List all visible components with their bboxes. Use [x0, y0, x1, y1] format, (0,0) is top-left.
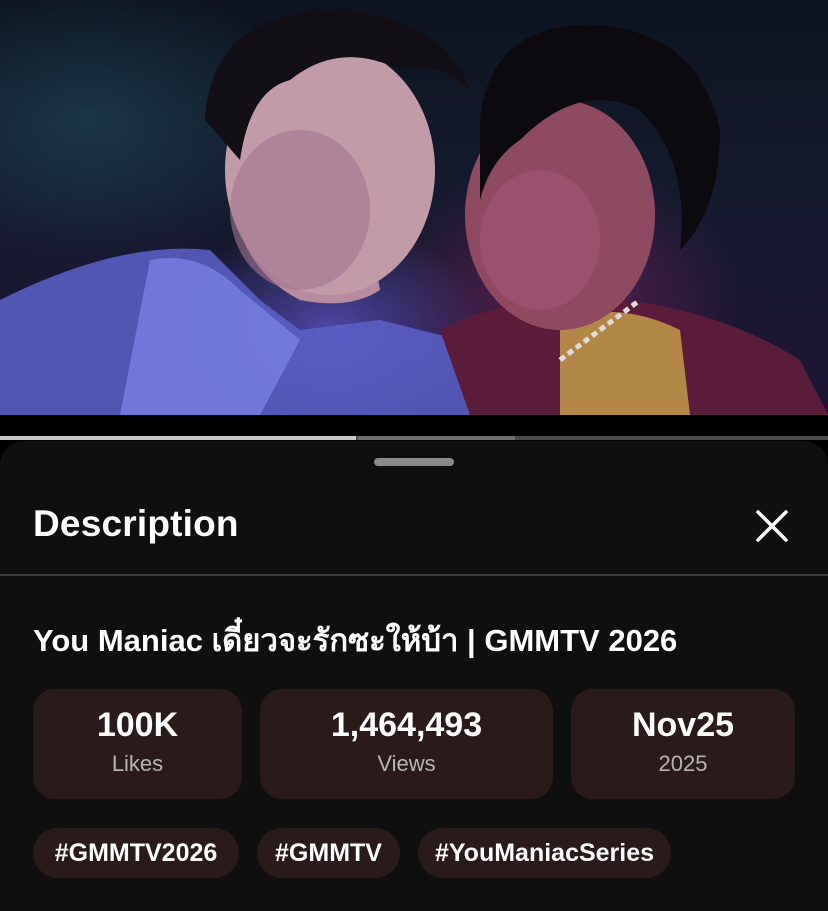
- description-sheet: Description You Maniac เดี๋ยวจะรักซะให้บ…: [0, 441, 828, 911]
- video-progress-played: [0, 436, 356, 440]
- likes-label: Likes: [111, 751, 164, 776]
- hashtag-gmmtv2026[interactable]: #GMMTV2026: [33, 828, 239, 878]
- video-frame-image: [0, 10, 828, 415]
- close-icon: [756, 510, 788, 542]
- close-button[interactable]: [750, 504, 794, 548]
- divider: [0, 574, 828, 576]
- video-title: You Maniac เดี๋ยวจะรักซะให้บ้า | GMMTV 2…: [33, 623, 678, 658]
- views-count: 1,464,493: [330, 706, 483, 744]
- likes-count: 100K: [96, 706, 179, 744]
- views-stat: 1,464,493 Views: [260, 689, 553, 799]
- publish-year: 2025: [658, 751, 708, 776]
- publish-date: Nov25: [631, 706, 735, 744]
- views-label: Views: [377, 751, 436, 776]
- video-progress-buffered: [358, 436, 515, 440]
- likes-stat: 100K Likes: [33, 689, 242, 799]
- video-progress-bar[interactable]: [0, 436, 828, 440]
- video-player[interactable]: [0, 0, 828, 415]
- date-stat: Nov25 2025: [571, 689, 795, 799]
- hashtag-youmaniacseries[interactable]: #YouManiacSeries: [418, 828, 671, 878]
- sheet-title: Description: [33, 503, 239, 544]
- hashtag-gmmtv[interactable]: #GMMTV: [257, 828, 400, 878]
- drag-handle[interactable]: [374, 458, 454, 466]
